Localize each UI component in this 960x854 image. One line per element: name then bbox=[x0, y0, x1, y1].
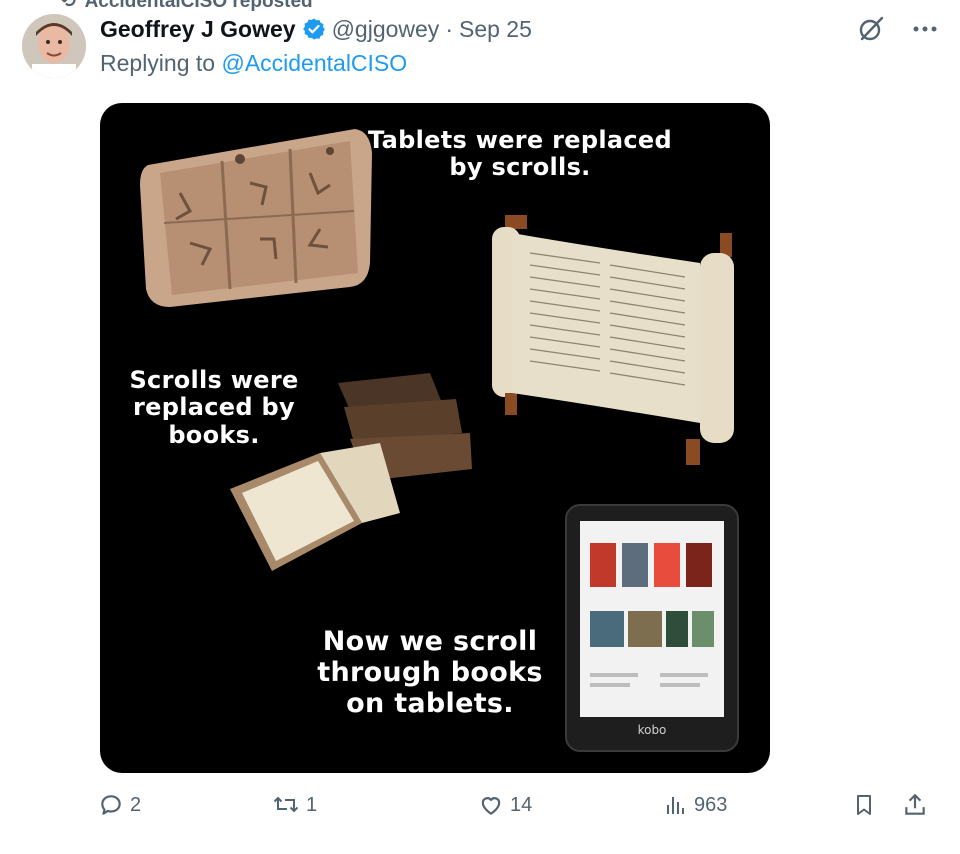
repost-icon bbox=[273, 796, 299, 813]
like-button[interactable]: 14 bbox=[478, 792, 532, 818]
bookmark-button[interactable] bbox=[852, 792, 876, 818]
grok-icon[interactable] bbox=[856, 14, 886, 44]
tweet-header: Geoffrey J Gowey @gjgowey · Sep 25 bbox=[100, 14, 940, 44]
separator-dot: · bbox=[445, 15, 453, 42]
replying-prefix: Replying to bbox=[100, 50, 216, 76]
repost-banner-text[interactable]: AccidentalCISO reposted bbox=[85, 0, 313, 12]
repost-banner: ⟲ AccidentalCISO reposted bbox=[60, 0, 313, 12]
header-actions bbox=[856, 14, 938, 44]
author-name[interactable]: Geoffrey J Gowey bbox=[100, 16, 296, 43]
tweet-actions: 2 1 14 963 bbox=[98, 792, 960, 826]
meme-caption-scrolls: Scrolls were replaced by books. bbox=[129, 366, 299, 449]
reply-icon bbox=[101, 795, 121, 815]
views-count: 963 bbox=[694, 793, 728, 816]
repost-button[interactable]: 1 bbox=[272, 792, 317, 818]
tweet-media-image[interactable]: Tablets were replaced by scrolls. Scroll… bbox=[100, 103, 770, 773]
avatar-image bbox=[22, 14, 86, 78]
reply-count: 2 bbox=[130, 793, 142, 816]
clay-tablet-illustration bbox=[140, 129, 372, 307]
author-handle[interactable]: @gjgowey bbox=[332, 16, 440, 43]
scroll-illustration bbox=[492, 215, 734, 465]
replying-to: Replying to @AccidentalCISO bbox=[100, 50, 407, 77]
share-icon bbox=[905, 793, 925, 815]
meme-caption-now: Now we scroll through books on tablets. bbox=[317, 626, 543, 719]
meme-caption-tablets: Tablets were replaced by scrolls. bbox=[368, 126, 672, 182]
ereader-illustration bbox=[565, 504, 739, 752]
repost-icon: ⟲ bbox=[60, 0, 76, 12]
repost-count: 1 bbox=[306, 793, 318, 816]
views-icon bbox=[667, 797, 684, 814]
more-icon[interactable] bbox=[912, 24, 938, 34]
verified-icon bbox=[302, 17, 326, 41]
reply-button[interactable]: 2 bbox=[98, 792, 141, 818]
like-icon bbox=[481, 797, 501, 815]
ereader-brand: kobo bbox=[637, 723, 667, 737]
like-count: 14 bbox=[510, 793, 533, 816]
share-button[interactable] bbox=[902, 792, 928, 818]
views-button[interactable]: 963 bbox=[664, 792, 727, 818]
tweet-date[interactable]: Sep 25 bbox=[459, 16, 532, 43]
bookmark-icon bbox=[857, 795, 871, 815]
author-avatar[interactable] bbox=[22, 14, 86, 78]
replying-to-link[interactable]: @AccidentalCISO bbox=[221, 50, 407, 76]
